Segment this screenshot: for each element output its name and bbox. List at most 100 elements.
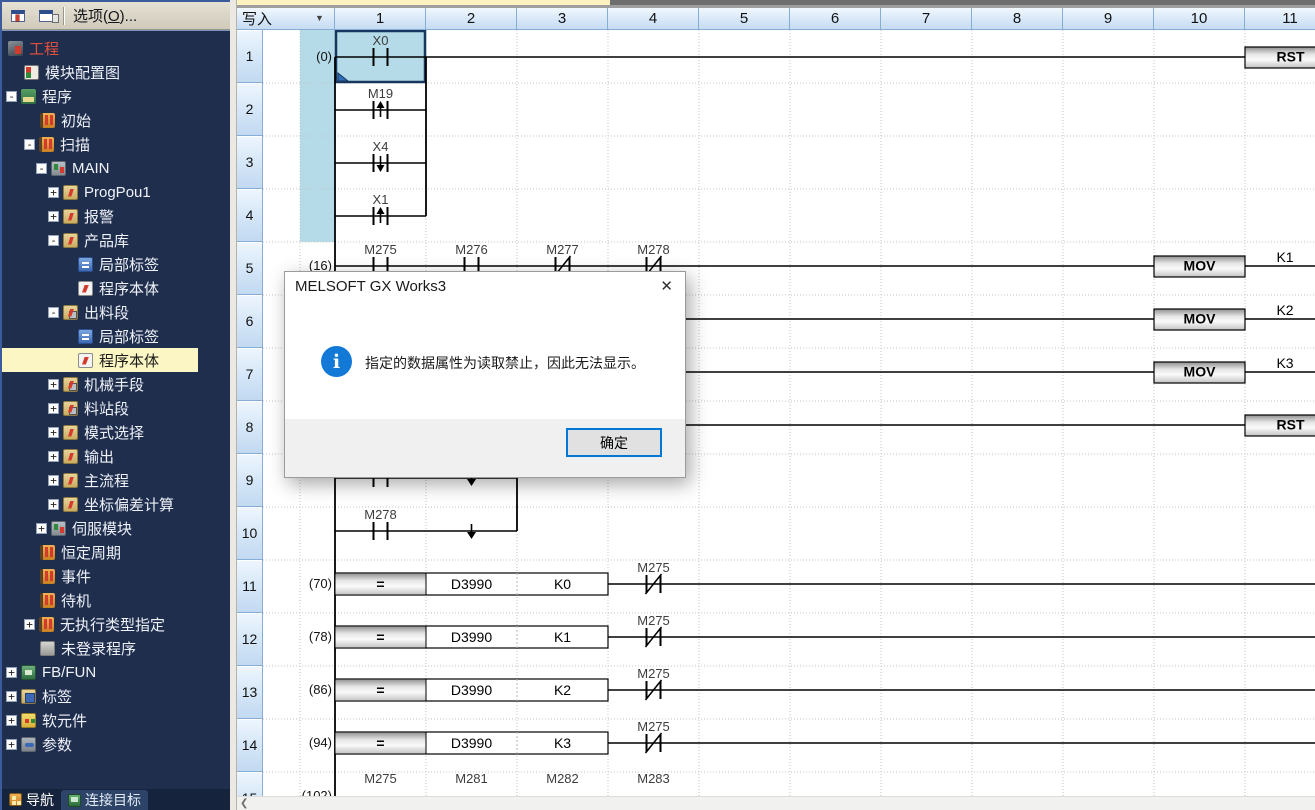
tree-item-label: 待机 bbox=[61, 590, 91, 611]
column-header-4[interactable]: 4 bbox=[608, 8, 699, 30]
tree-item-伺服模块[interactable]: + 伺服模块 bbox=[2, 516, 230, 540]
tree-item-label: 伺服模块 bbox=[72, 518, 132, 539]
pane-splitter[interactable] bbox=[230, 0, 237, 810]
column-header-3[interactable]: 3 bbox=[517, 8, 608, 30]
tree-item-输出[interactable]: +输出 bbox=[2, 444, 230, 468]
compare-operand-b: K1 bbox=[554, 629, 571, 645]
tree-item-MAIN[interactable]: -MAIN bbox=[2, 156, 230, 180]
compare-operator: = bbox=[376, 682, 384, 698]
edge-arrow-up bbox=[377, 101, 385, 108]
tree-item-程序[interactable]: -程序 bbox=[2, 84, 230, 108]
dock-window-icon[interactable] bbox=[34, 5, 58, 27]
expand-icon[interactable]: + bbox=[48, 379, 59, 390]
tree-item-标签[interactable]: +标签 bbox=[2, 684, 230, 708]
collapse-icon[interactable]: - bbox=[6, 91, 17, 102]
tree-item-无执行类型指定[interactable]: +无执行类型指定 bbox=[2, 612, 230, 636]
dialog-message: 指定的数据属性为读取禁止，因此无法显示。 bbox=[365, 353, 645, 373]
expand-icon[interactable]: + bbox=[48, 451, 59, 462]
tree-item-程序本体[interactable]: 程序本体 bbox=[2, 348, 230, 372]
tree-item-FB/FUN[interactable]: +FB/FUN bbox=[2, 660, 230, 684]
column-header-11[interactable]: 11 bbox=[1245, 8, 1315, 30]
sidebar-tab-导航[interactable]: 导航 bbox=[2, 789, 61, 810]
contact-label: M19 bbox=[368, 86, 393, 101]
collapse-icon[interactable]: - bbox=[24, 139, 35, 150]
tree-item-程序本体[interactable]: 程序本体 bbox=[2, 276, 230, 300]
expand-icon[interactable]: + bbox=[24, 619, 35, 630]
tree-item-label: 扫描 bbox=[60, 134, 90, 155]
sidebar-tab-label: 导航 bbox=[26, 790, 54, 810]
tree-item-局部标签[interactable]: 局部标签 bbox=[2, 324, 230, 348]
tree-item-产品库[interactable]: -产品库 bbox=[2, 228, 230, 252]
collapse-icon[interactable]: - bbox=[48, 307, 59, 318]
horizontal-scrollbar[interactable]: ❮ bbox=[237, 796, 1315, 810]
tree-item-料站段[interactable]: + 料站段 bbox=[2, 396, 230, 420]
tree-item-模块配置图[interactable]: 模块配置图 bbox=[2, 60, 230, 84]
collapse-icon[interactable]: - bbox=[36, 163, 47, 174]
expand-icon[interactable]: + bbox=[6, 667, 17, 678]
top-strip-highlight bbox=[237, 0, 610, 5]
tree-item-报警[interactable]: + 报警 bbox=[2, 204, 230, 228]
expand-icon[interactable]: + bbox=[6, 691, 17, 702]
dialog-footer: 确定 bbox=[285, 419, 685, 477]
column-header-8[interactable]: 8 bbox=[972, 8, 1063, 30]
column-header-1[interactable]: 1 bbox=[335, 8, 426, 30]
chevron-down-icon[interactable]: ▼ bbox=[315, 13, 324, 23]
tree-item-模式选择[interactable]: +模式选择 bbox=[2, 420, 230, 444]
expand-icon[interactable]: + bbox=[48, 403, 59, 414]
tree-item-label: 料站段 bbox=[84, 398, 129, 419]
tree-item-label: 局部标签 bbox=[99, 326, 159, 347]
instruction-label: RST bbox=[1277, 417, 1305, 433]
tree-item-待机[interactable]: 待机 bbox=[2, 588, 230, 612]
expand-icon[interactable]: + bbox=[48, 211, 59, 222]
tree-item-参数[interactable]: +参数 bbox=[2, 732, 230, 756]
tree-item-扫描[interactable]: - 扫描 bbox=[2, 132, 230, 156]
options-menu-button[interactable]: 选项(O)... bbox=[69, 5, 141, 26]
scroll-left-icon[interactable]: ❮ bbox=[240, 797, 248, 810]
sidebar-tab-连接目标[interactable]: 连接目标 bbox=[61, 790, 148, 810]
program-body-icon bbox=[78, 281, 93, 296]
tree-item-出料段[interactable]: -出料段 bbox=[2, 300, 230, 324]
tree-item-事件[interactable]: 事件 bbox=[2, 564, 230, 588]
expand-icon[interactable]: + bbox=[6, 715, 17, 726]
message-dialog: MELSOFT GX Works3 ✕ i 指定的数据属性为读取禁止，因此无法显… bbox=[284, 271, 686, 478]
column-header-5[interactable]: 5 bbox=[699, 8, 790, 30]
tree-item-恒定周期[interactable]: 恒定周期 bbox=[2, 540, 230, 564]
compare-operator: = bbox=[376, 576, 384, 592]
expand-icon[interactable]: + bbox=[48, 427, 59, 438]
tree-item-未登录程序[interactable]: 未登录程序 bbox=[2, 636, 230, 660]
tree-item-初始[interactable]: 初始 bbox=[2, 108, 230, 132]
column-header-2[interactable]: 2 bbox=[426, 8, 517, 30]
column-header-6[interactable]: 6 bbox=[790, 8, 881, 30]
project-icon bbox=[8, 41, 23, 56]
expand-icon[interactable]: + bbox=[48, 475, 59, 486]
contact-label: M275 bbox=[637, 666, 670, 681]
tree-item-坐标偏差计算[interactable]: +坐标偏差计算 bbox=[2, 492, 230, 516]
pin-window-glyph bbox=[11, 10, 25, 22]
column-header-9[interactable]: 9 bbox=[1063, 8, 1154, 30]
contact-label: M282 bbox=[546, 771, 579, 786]
tree-item-label: 报警 bbox=[84, 206, 114, 227]
expand-icon[interactable]: + bbox=[6, 739, 17, 750]
collapse-icon[interactable]: - bbox=[48, 235, 59, 246]
ok-button[interactable]: 确定 bbox=[566, 428, 662, 457]
program-body-icon bbox=[78, 353, 93, 368]
tree-item-工程[interactable]: 工程 bbox=[2, 36, 230, 60]
write-mode-cell[interactable]: 写入 ▼ bbox=[237, 8, 335, 30]
tree-item-label: 程序本体 bbox=[99, 350, 159, 371]
pou-icon bbox=[63, 473, 78, 488]
expand-icon[interactable]: + bbox=[48, 499, 59, 510]
pin-window-icon[interactable] bbox=[6, 5, 30, 27]
exec-type-icon bbox=[39, 137, 54, 152]
expand-icon[interactable]: + bbox=[36, 523, 47, 534]
tree-item-主流程[interactable]: +主流程 bbox=[2, 468, 230, 492]
tree-item-label: 局部标签 bbox=[99, 254, 159, 275]
expand-icon[interactable]: + bbox=[48, 187, 59, 198]
column-header-7[interactable]: 7 bbox=[881, 8, 972, 30]
column-header-10[interactable]: 10 bbox=[1154, 8, 1245, 30]
tree-item-ProgPou1[interactable]: +ProgPou1 bbox=[2, 180, 230, 204]
tree-item-局部标签[interactable]: 局部标签 bbox=[2, 252, 230, 276]
tree-item-机械手段[interactable]: +机械手段 bbox=[2, 372, 230, 396]
tree-item-软元件[interactable]: +软元件 bbox=[2, 708, 230, 732]
dialog-title-bar[interactable]: MELSOFT GX Works3 ✕ bbox=[285, 272, 685, 302]
close-icon[interactable]: ✕ bbox=[660, 272, 673, 302]
